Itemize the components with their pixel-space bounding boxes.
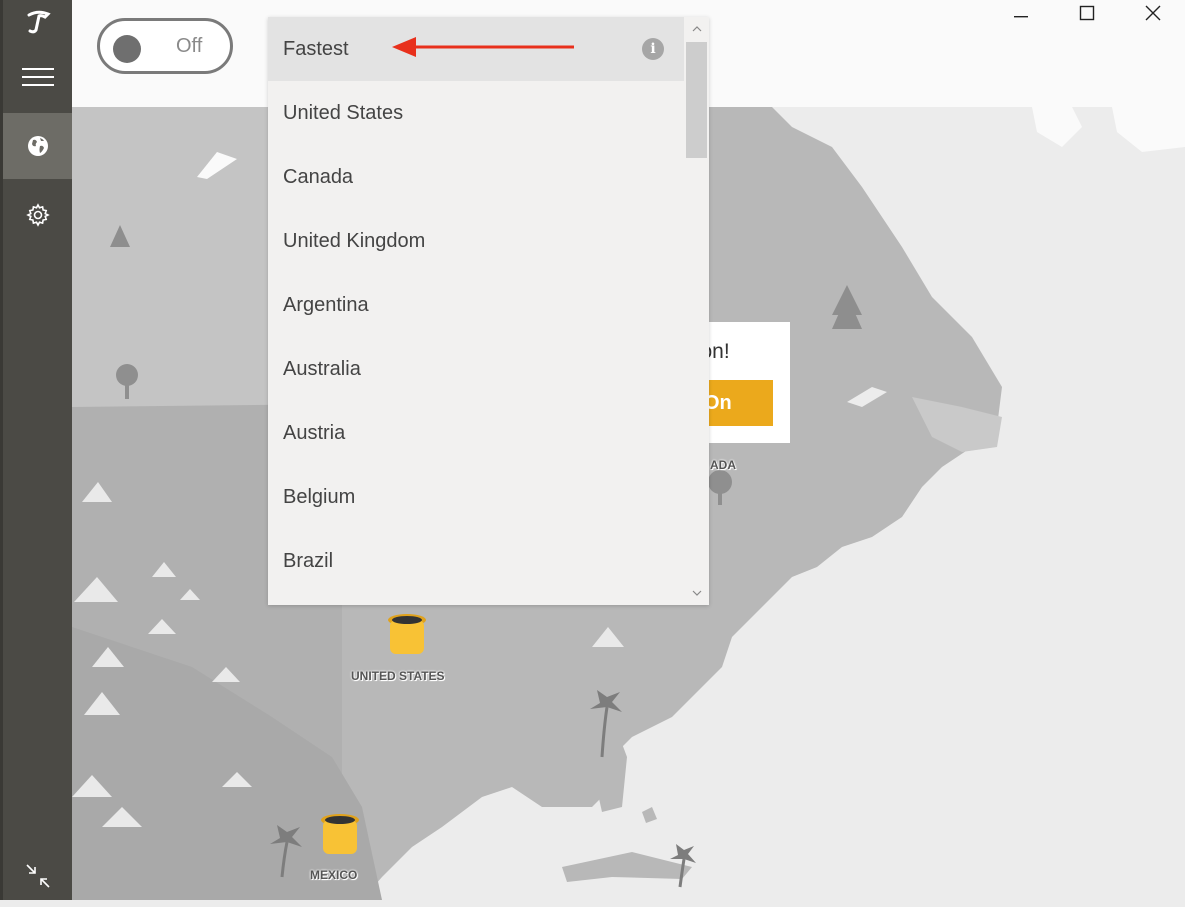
maximize-icon[interactable] [1067,0,1107,26]
dropdown-item-label: Australia [283,357,361,380]
gear-icon[interactable] [3,184,72,246]
dropdown-item-united-kingdom[interactable]: United Kingdom [268,209,684,273]
dropdown-item-label: United Kingdom [283,229,426,252]
dropdown-scrollbar[interactable] [684,17,709,605]
scrollbar-thumb[interactable] [686,42,707,158]
map-pin-mexico[interactable] [317,812,363,864]
minimize-icon[interactable] [1001,0,1041,26]
globe-icon[interactable] [3,113,72,179]
dropdown-item-label: Austria [283,421,346,444]
dropdown-item-label: Brazil [283,549,334,572]
scroll-up-icon[interactable] [684,19,709,39]
dropdown-item-united-states[interactable]: United States [268,81,684,145]
annotation-arrow [392,37,574,57]
dropdown-item-label: Canada [283,165,354,188]
dropdown-item-canada[interactable]: Canada [268,145,684,209]
dropdown-item-belgium[interactable]: Belgium [268,465,684,529]
map-label-united-states: UNITED STATES [351,669,445,683]
toggle-label: Off [176,35,203,57]
dropdown-item-australia[interactable]: Australia [268,337,684,401]
map-label-canada: ADA [710,458,736,472]
vpn-toggle[interactable]: Off [97,18,233,74]
map-pin-united-states[interactable] [384,612,430,664]
collapse-icon[interactable] [3,845,72,907]
toggle-knob [113,35,141,63]
dropdown-item-label: Argentina [283,293,369,316]
info-icon[interactable]: i [642,38,664,60]
logo-icon [3,0,72,44]
dropdown-item-label: United States [283,101,404,124]
map-label-mexico: MEXICO [310,868,358,882]
scroll-down-icon[interactable] [684,583,709,603]
dropdown-item-brazil[interactable]: Brazil [268,529,684,593]
close-icon[interactable] [1133,0,1173,26]
menu-icon[interactable] [3,46,72,108]
country-dropdown[interactable]: Fastest i United States Canada United Ki… [268,17,709,605]
dropdown-item-label: Belgium [283,485,356,508]
sidebar [0,0,72,900]
dropdown-item-label: Fastest [283,37,349,60]
dropdown-item-austria[interactable]: Austria [268,401,684,465]
dropdown-item-argentina[interactable]: Argentina [268,273,684,337]
